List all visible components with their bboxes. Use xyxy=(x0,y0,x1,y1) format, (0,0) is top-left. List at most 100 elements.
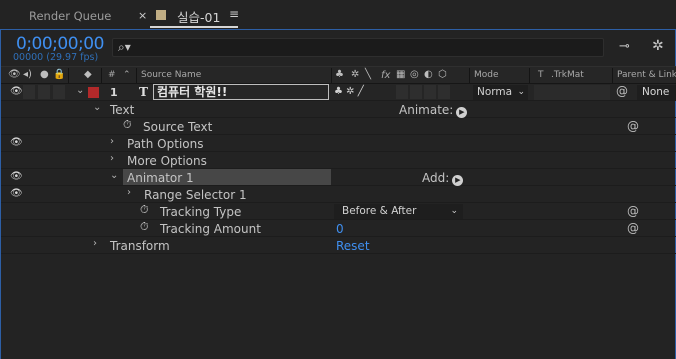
column-track-matte[interactable]: .TrkMat xyxy=(551,70,584,80)
expression-pickwhip-icon[interactable]: @ xyxy=(627,204,639,218)
chevron-down-icon[interactable]: ⌄ xyxy=(93,102,101,113)
add-menu[interactable]: Add: ▶ xyxy=(422,171,464,186)
active-tab-indicator xyxy=(150,26,238,28)
property-group-animator[interactable]: 👁 ⌄ Animator 1 Add: ▶ xyxy=(1,169,676,186)
property-tracking-amount[interactable]: ⏱ Tracking Amount 0 @ xyxy=(1,220,676,237)
label-icon[interactable]: ◆ xyxy=(84,69,92,80)
adjustment-switch[interactable] xyxy=(424,85,436,99)
search-input[interactable]: ⌕▾ xyxy=(112,38,604,57)
column-source-name[interactable]: Source Name xyxy=(141,70,201,80)
tracking-type-dropdown[interactable]: Before & After ⌄ xyxy=(334,204,463,219)
tracking-type-value: Before & After xyxy=(342,205,417,217)
motion-blur-switch[interactable] xyxy=(410,85,422,99)
panel-menu-icon[interactable]: ≡ xyxy=(229,7,239,21)
property-group-transform[interactable]: › Transform Reset xyxy=(1,237,676,254)
layer-row[interactable]: 👁 ⌄ 1 T 컴퓨터 학원!! ♣ ✲ ╱ Norma ⌄ @ None xyxy=(1,84,676,101)
3d-switch[interactable] xyxy=(438,85,450,99)
pickwhip-icon[interactable]: @ xyxy=(616,84,628,98)
animate-label: Animate: xyxy=(399,103,454,117)
collapse-icon[interactable]: ✲ xyxy=(351,69,359,80)
play-icon[interactable]: ▶ xyxy=(456,107,468,118)
text-group-label: Text xyxy=(110,103,135,117)
current-time-display[interactable]: 0;00;00;00 xyxy=(16,34,104,54)
lock-switch[interactable] xyxy=(53,85,65,99)
parent-dropdown[interactable]: None xyxy=(637,85,676,100)
chevron-down-icon[interactable]: ⌄ xyxy=(110,170,118,181)
expression-pickwhip-icon[interactable]: @ xyxy=(627,221,639,235)
motion-blur-icon[interactable]: ◎ xyxy=(410,69,419,80)
eye-icon[interactable]: 👁 xyxy=(10,137,23,148)
frame-blend-switch[interactable] xyxy=(396,85,408,99)
tracking-amount-label: Tracking Amount xyxy=(160,222,261,236)
source-text-label: Source Text xyxy=(143,120,213,134)
search-icon: ⌕▾ xyxy=(118,40,131,54)
more-options-label: More Options xyxy=(127,154,207,168)
chevron-down-icon: ⌄ xyxy=(450,206,458,216)
property-source-text[interactable]: ⏱ Source Text @ xyxy=(1,118,676,135)
reset-link[interactable]: Reset xyxy=(336,239,370,253)
column-parent-link[interactable]: Parent & Link xyxy=(617,70,676,80)
audio-switch[interactable] xyxy=(23,85,35,99)
path-options-label: Path Options xyxy=(127,137,204,151)
blend-mode-value: Norma xyxy=(477,86,513,98)
range-selector-label: Range Selector 1 xyxy=(144,188,247,202)
property-group-range-selector[interactable]: 👁 › Range Selector 1 xyxy=(1,186,676,203)
comp-color-swatch xyxy=(156,10,166,20)
column-headers: 👁 ◂) ● 🔒 ◆ # ⌃ Source Name ♣ ✲ ╲ fx ▦ ◎ … xyxy=(1,66,676,84)
chevron-right-icon[interactable]: › xyxy=(127,187,131,198)
text-layer-icon: T xyxy=(139,85,148,99)
tracking-amount-value[interactable]: 0 xyxy=(336,222,344,236)
property-group-text[interactable]: ⌄ Text Animate: ▶ xyxy=(1,101,676,118)
layer-list: 👁 ⌄ 1 T 컴퓨터 학원!! ♣ ✲ ╱ Norma ⌄ @ None ⌄ T… xyxy=(1,84,676,254)
property-tracking-type[interactable]: ⏱ Tracking Type Before & After ⌄ @ xyxy=(1,203,676,220)
frame-rate-display: 00000 (29.97 fps) xyxy=(13,52,99,63)
adjustment-layer-icon[interactable]: ◐ xyxy=(424,69,433,80)
chevron-right-icon[interactable]: › xyxy=(110,153,114,164)
solo-switch[interactable] xyxy=(38,85,50,99)
stopwatch-icon[interactable]: ⏱ xyxy=(123,118,132,132)
tracking-type-label: Tracking Type xyxy=(160,205,242,219)
eye-icon[interactable]: 👁 xyxy=(10,188,23,199)
animator-label[interactable]: Animator 1 xyxy=(127,171,194,185)
audio-icon[interactable]: ◂) xyxy=(23,69,32,80)
column-sort-icon[interactable]: ⌃ xyxy=(123,70,131,80)
expression-pickwhip-icon[interactable]: @ xyxy=(627,119,639,133)
lock-icon[interactable]: 🔒 xyxy=(53,69,65,80)
layer-label-color[interactable] xyxy=(88,87,99,98)
play-icon[interactable]: ▶ xyxy=(452,175,464,186)
chevron-right-icon[interactable]: › xyxy=(93,238,97,249)
chevron-down-icon[interactable]: ⌄ xyxy=(76,85,84,96)
video-visibility-icon[interactable]: 👁 xyxy=(8,69,21,80)
comp-flowchart-icon[interactable]: ⊸ xyxy=(619,39,630,54)
layer-switches[interactable]: ♣ ✲ ╱ xyxy=(334,86,364,97)
layer-number: 1 xyxy=(110,86,118,99)
shy-icon[interactable]: ♣ xyxy=(335,69,344,80)
tab-render-queue[interactable]: Render Queue xyxy=(29,9,111,23)
add-label: Add: xyxy=(422,171,450,185)
property-group-more-options[interactable]: › More Options xyxy=(1,152,676,169)
stopwatch-icon[interactable]: ⏱ xyxy=(140,203,149,217)
track-matte-cell[interactable] xyxy=(534,85,610,100)
column-number[interactable]: # xyxy=(108,70,116,80)
eye-icon[interactable]: 👁 xyxy=(10,171,23,182)
eye-icon[interactable]: 👁 xyxy=(10,86,23,97)
quality-icon[interactable]: ╲ xyxy=(365,69,371,80)
stopwatch-icon[interactable]: ⏱ xyxy=(140,220,149,234)
timeline-panel: 0;00;00;00 00000 (29.97 fps) ⌕▾ ⊸ ✲ 👁 ◂)… xyxy=(0,29,676,359)
frame-blend-icon[interactable]: ▦ xyxy=(396,69,405,80)
tab-composition[interactable]: 실습-01 xyxy=(177,7,220,26)
property-group-path-options[interactable]: 👁 › Path Options xyxy=(1,135,676,152)
blend-mode-dropdown[interactable]: Norma ⌄ xyxy=(473,85,528,100)
chevron-down-icon: ⌄ xyxy=(517,87,525,97)
column-preserve-transparency[interactable]: T xyxy=(538,70,544,80)
layer-name-field[interactable]: 컴퓨터 학원!! xyxy=(153,84,329,100)
solo-icon[interactable]: ● xyxy=(40,69,49,80)
chevron-right-icon[interactable]: › xyxy=(110,136,114,147)
tab-close-icon[interactable]: × xyxy=(138,9,147,22)
effects-icon[interactable]: fx xyxy=(381,70,390,81)
column-mode[interactable]: Mode xyxy=(474,70,499,80)
transform-label: Transform xyxy=(110,239,170,253)
3d-layer-icon[interactable]: ⬡ xyxy=(438,69,447,80)
animate-menu[interactable]: Animate: ▶ xyxy=(399,103,468,118)
draft-3d-icon[interactable]: ✲ xyxy=(652,38,664,54)
